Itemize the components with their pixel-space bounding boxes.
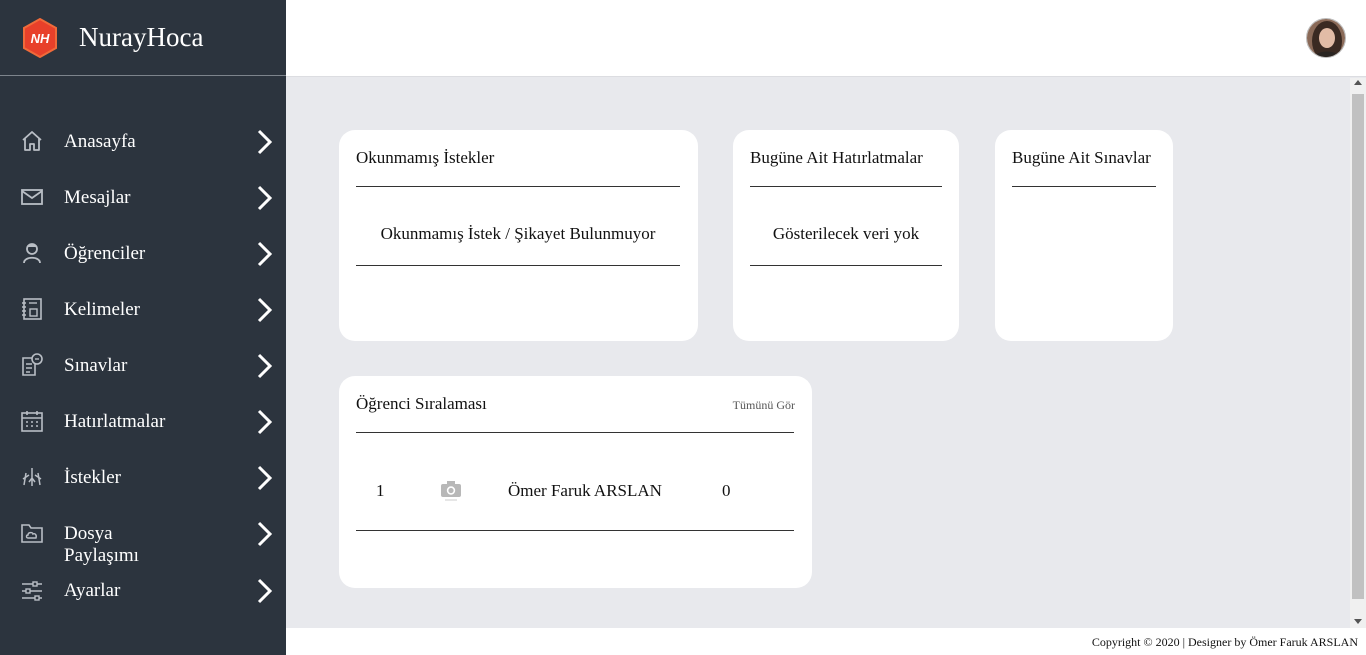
home-icon [22, 131, 42, 151]
sidebar-item-dosya-paylasimi[interactable]: Dosya Paylaşımı [0, 520, 286, 570]
chevron-right-icon [257, 353, 273, 379]
student-name: Ömer Faruk ARSLAN [508, 481, 662, 500]
card-title: Bugüne Ait Sınavlar [1012, 148, 1151, 167]
card-title: Bugüne Ait Hatırlatmalar [750, 148, 923, 167]
sliders-icon [22, 581, 42, 601]
camera-icon [441, 481, 461, 501]
scroll-up-arrow-icon[interactable] [1354, 80, 1362, 85]
divider [356, 432, 794, 433]
sidebar-item-label: Öğrenciler [64, 243, 146, 264]
chevron-right-icon [257, 129, 273, 155]
vertical-scrollbar[interactable] [1350, 78, 1366, 628]
sidebar-item-label: Hatırlatmalar [64, 411, 166, 432]
rank-number: 1 [376, 481, 385, 500]
student-icon [23, 243, 41, 264]
sidebar-item-kelimeler[interactable]: Kelimeler [0, 296, 286, 352]
exam-paper-icon [22, 353, 43, 376]
sidebar-item-label: Sınavlar [64, 355, 128, 376]
divider [356, 186, 680, 187]
chevron-right-icon [257, 241, 273, 267]
logo-icon: NH [22, 17, 58, 58]
folder-cloud-icon [21, 524, 43, 543]
brand-name: NurayHoca [79, 22, 204, 52]
divider [1012, 186, 1156, 187]
user-avatar[interactable] [1306, 18, 1346, 58]
student-score: 0 [722, 481, 731, 500]
student-ranking-card: Öğrenci Sıralaması Tümünü Gör 1 Ömer Far… [339, 376, 812, 588]
chevron-right-icon [257, 578, 273, 604]
sidebar-item-istekler[interactable]: İstekler [0, 464, 286, 520]
chevron-right-icon [257, 185, 273, 211]
sidebar-item-mesajlar[interactable]: Mesajlar [0, 184, 286, 240]
sidebar-item-label: Ayarlar [64, 580, 121, 601]
logo-text: NH [31, 31, 50, 46]
sidebar-item-label: Dosya Paylaşımı [64, 523, 139, 566]
envelope-icon [21, 189, 43, 205]
calendar-icon [21, 411, 43, 432]
chevron-right-icon [257, 297, 273, 323]
divider [356, 265, 680, 266]
empty-message: Gösterilecek veri yok [772, 224, 920, 243]
sidebar-item-label: Kelimeler [64, 299, 140, 320]
table-row[interactable]: 1 Ömer Faruk ARSLAN 0 [356, 476, 794, 506]
chevron-right-icon [257, 465, 273, 491]
chevron-right-icon [257, 521, 273, 547]
scroll-thumb[interactable] [1352, 94, 1364, 599]
empty-message: Okunmamış İstek / Şikayet Bulunmuyor [380, 224, 656, 243]
sidebar-item-sinavlar[interactable]: Sınavlar [0, 352, 286, 408]
sidebar: NH NurayHoca Anasayfa Mesajlar Öğrencile… [0, 0, 286, 655]
today-reminders-card: Bugüne Ait Hatırlatmalar Gösterilecek ve… [733, 130, 959, 341]
copyright-text: Copyright © 2020 | Designer by Ömer Faru… [1091, 635, 1358, 649]
requests-icon [22, 468, 42, 486]
scroll-down-arrow-icon[interactable] [1354, 619, 1362, 624]
sidebar-item-hatirlatmalar[interactable]: Hatırlatmalar [0, 408, 286, 464]
sidebar-item-label: İstekler [64, 467, 121, 488]
divider [750, 265, 942, 266]
divider [750, 186, 942, 187]
divider [356, 530, 794, 531]
sidebar-item-label: Mesajlar [64, 187, 131, 208]
chevron-right-icon [257, 409, 273, 435]
brand[interactable]: NH NurayHoca [0, 0, 286, 76]
sidebar-item-label: Anasayfa [64, 131, 136, 152]
today-exams-card: Bugüne Ait Sınavlar [995, 130, 1173, 341]
card-title: Okunmamış İstekler [356, 148, 495, 167]
vocabulary-book-icon [22, 298, 42, 320]
unread-requests-card: Okunmamış İstekler Okunmamış İstek / Şik… [339, 130, 698, 341]
see-all-link[interactable]: Tümünü Gör [733, 398, 795, 413]
sidebar-item-anasayfa[interactable]: Anasayfa [0, 128, 286, 184]
sidebar-item-ogrenciler[interactable]: Öğrenciler [0, 240, 286, 296]
footer: Copyright © 2020 | Designer by Ömer Faru… [286, 628, 1366, 655]
sidebar-item-ayarlar[interactable]: Ayarlar [0, 577, 286, 633]
top-bar [286, 0, 1366, 77]
card-title: Öğrenci Sıralaması [356, 394, 487, 413]
